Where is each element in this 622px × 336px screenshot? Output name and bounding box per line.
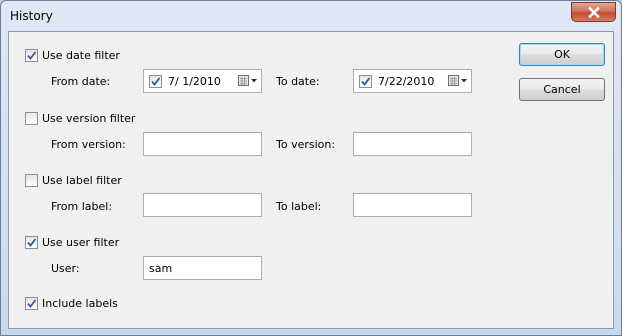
- calendar-dropdown-icon[interactable]: [238, 74, 258, 88]
- close-icon: [587, 6, 600, 18]
- from-version-label: From version:: [51, 138, 126, 151]
- from-date-picker[interactable]: 7/ 1/2010: [143, 69, 262, 93]
- user-input[interactable]: sam: [143, 256, 262, 280]
- to-label-input[interactable]: [353, 193, 472, 217]
- version-filter-checkbox[interactable]: [25, 111, 38, 125]
- user-label: User:: [51, 262, 80, 275]
- checkmark-icon: [27, 298, 37, 308]
- label-filter-checkbox[interactable]: [25, 173, 38, 187]
- cancel-button[interactable]: Cancel: [519, 78, 605, 101]
- to-date-label: To date:: [276, 75, 320, 88]
- close-button[interactable]: [571, 2, 616, 22]
- checkmark-icon: [27, 237, 37, 247]
- include-labels-checkbox-row[interactable]: Include labels: [25, 292, 118, 314]
- date-filter-checkbox[interactable]: [25, 48, 38, 62]
- from-label-input[interactable]: [143, 193, 262, 217]
- from-date-label: From date:: [51, 75, 111, 88]
- to-label-label: To label:: [276, 200, 322, 213]
- from-date-value: 7/ 1/2010: [168, 74, 221, 88]
- window-title: History: [10, 9, 53, 23]
- from-label-label: From label:: [51, 200, 113, 213]
- version-filter-label: Use version filter: [42, 111, 136, 125]
- user-filter-checkbox[interactable]: [25, 235, 38, 249]
- to-version-label: To version:: [276, 138, 336, 151]
- date-filter-checkbox-row[interactable]: Use date filter: [25, 44, 120, 66]
- from-version-input[interactable]: [143, 132, 262, 156]
- version-filter-checkbox-row[interactable]: Use version filter: [25, 107, 135, 129]
- include-labels-label: Include labels: [42, 296, 118, 310]
- include-labels-checkbox[interactable]: [25, 296, 38, 310]
- user-value: sam: [149, 262, 173, 275]
- to-version-input[interactable]: [353, 132, 472, 156]
- dialog-body: Use date filter From date: 7/ 1/2010 To …: [8, 31, 614, 329]
- calendar-dropdown-icon[interactable]: [448, 74, 468, 88]
- user-filter-checkbox-row[interactable]: Use user filter: [25, 231, 119, 253]
- history-dialog: History Use date filter From date: 7/ 1/…: [0, 0, 622, 336]
- to-date-value: 7/22/2010: [378, 74, 435, 88]
- date-filter-label: Use date filter: [42, 48, 120, 62]
- to-date-checkbox[interactable]: [359, 74, 372, 88]
- from-date-checkbox[interactable]: [149, 74, 162, 88]
- checkmark-icon: [151, 76, 161, 86]
- ok-button[interactable]: OK: [519, 43, 605, 66]
- checkmark-icon: [27, 50, 37, 60]
- checkmark-icon: [361, 76, 371, 86]
- to-date-picker[interactable]: 7/22/2010: [353, 69, 472, 93]
- label-filter-label: Use label filter: [42, 173, 122, 187]
- label-filter-checkbox-row[interactable]: Use label filter: [25, 169, 122, 191]
- title-bar: History: [1, 1, 621, 31]
- user-filter-label: Use user filter: [42, 235, 120, 249]
